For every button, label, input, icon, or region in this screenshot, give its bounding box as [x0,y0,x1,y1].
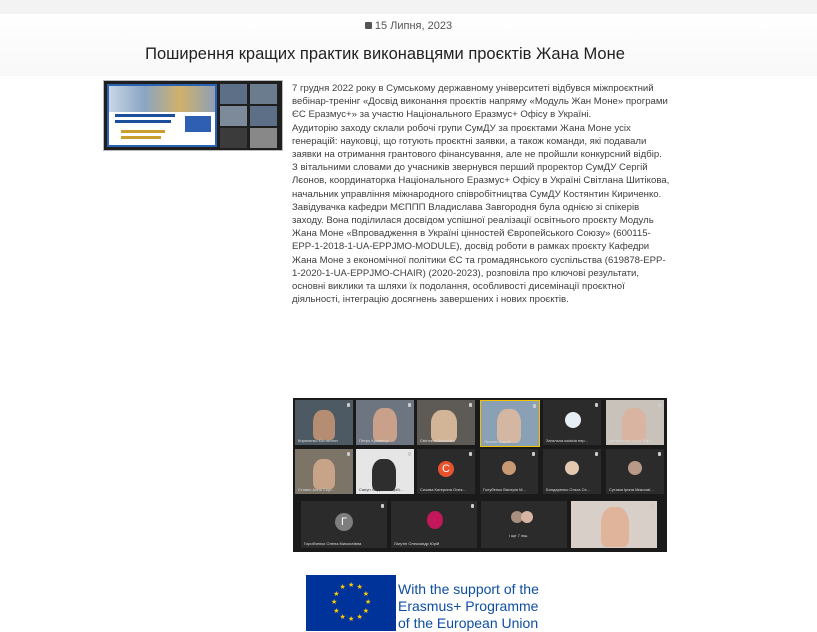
article-paragraph: Аудиторію заходу склали робочі групи Сум… [292,122,670,200]
eu-star-icon: ★ [348,616,355,623]
participant-name: Лагутін Олександр Юрій [394,541,440,546]
video-tile-active-speaker: Лєонов Сергій [480,400,540,447]
eu-star-icon: ★ [331,599,338,606]
webinar-poster-image [107,84,217,147]
eu-star-icon: ★ [362,607,369,615]
eu-star-icon: ★ [333,590,340,598]
more-participants-label: і ще 7 інш. [509,533,529,538]
eu-star-icon: ★ [365,599,372,606]
video-tile: Сутама Ірина Миколаї... [606,449,664,494]
eu-flag-logo: ★ ★ ★ ★ ★ ★ ★ ★ ★ ★ ★ ★ [306,575,396,631]
video-tile [571,501,657,548]
eu-star-icon: ★ [356,613,363,621]
video-tile: Стовпо Анна Серг... [295,449,353,494]
participant-name: Горобченко Олена Миколаївна [304,541,362,546]
erasmus-support-text: With the support of the Erasmus+ Program… [398,581,539,632]
participant-name: Сутама Ірина Миколаї... [609,487,654,492]
post-title: Поширення кращих практик виконавцями про… [145,45,625,63]
video-tile: Кириченко Костянтин [295,400,353,445]
participant-name: Сапун Людмила Юрій... [359,487,403,492]
participant-initial-avatar: С [438,461,454,477]
video-tile: Загальна комісія пер... [543,400,601,445]
video-tile: Сапун Людмила Юрій... [356,449,414,494]
video-tile: Петро Кулявець [356,400,414,445]
participant-name: Кириченко Костянтин [298,438,338,443]
eu-star-icon: ★ [333,607,340,615]
eu-star-icon: ★ [362,590,369,598]
participant-initial-avatar: Г [335,513,353,531]
post-date-text: 15 Липня, 2023 [374,20,453,32]
erasmus-support-line: of the European Union [398,615,539,631]
participant-name: Стовпо Анна Серг... [298,487,335,492]
post-thumbnail[interactable] [103,80,283,151]
eu-star-icon: ★ [339,584,346,592]
participant-name: Голубенко Валерія М... [483,487,526,492]
video-participants-image [220,84,278,148]
participant-name: Загальна комісія пер... [546,438,588,443]
participant-name: Бондаренко Ольга Се... [546,487,591,492]
zoom-meeting-screenshot[interactable]: Кириченко Костянтин Петро Кулявець Світл… [293,398,667,552]
article-paragraph: 7 грудня 2022 року в Сумському державном… [292,83,668,121]
calendar-icon [364,21,372,29]
participant-name: Сизова Катерина Олек... [420,487,466,492]
participant-name: Лєонов Сергій [484,439,511,444]
top-bar [0,0,817,15]
post-date: 15 Липня, 2023 [0,20,817,32]
video-tile: Голубенко Валерія М... [480,449,538,494]
video-tile: Бондаренко Ольга Се... [543,449,601,494]
video-tile: Г Горобченко Олена Миколаївна [301,501,387,548]
participant-name: Петро Кулявець [359,438,389,443]
video-tile: Лагутін Олександр Юрій [391,501,477,548]
video-tile: Дегтярьова Ірина Бор... [606,400,664,445]
video-tile-more-participants: і ще 7 інш. [481,501,567,548]
erasmus-support-line: Erasmus+ Programme [398,598,539,614]
participant-name: Світлана Шитікова [420,438,455,443]
erasmus-support-line: With the support of the [398,581,539,597]
article-body: 7 грудня 2022 року в Сумському державном… [292,82,670,306]
participant-name: Дегтярьова Ірина Бор... [609,438,653,443]
eu-star-icon: ★ [339,613,346,621]
eu-star-icon: ★ [348,582,355,589]
article-paragraph: Завідувачка кафедри МЄППП Владислава Зав… [292,201,666,306]
video-tile: С Сизова Катерина Олек... [417,449,475,494]
video-tile: Світлана Шитікова [417,400,475,445]
